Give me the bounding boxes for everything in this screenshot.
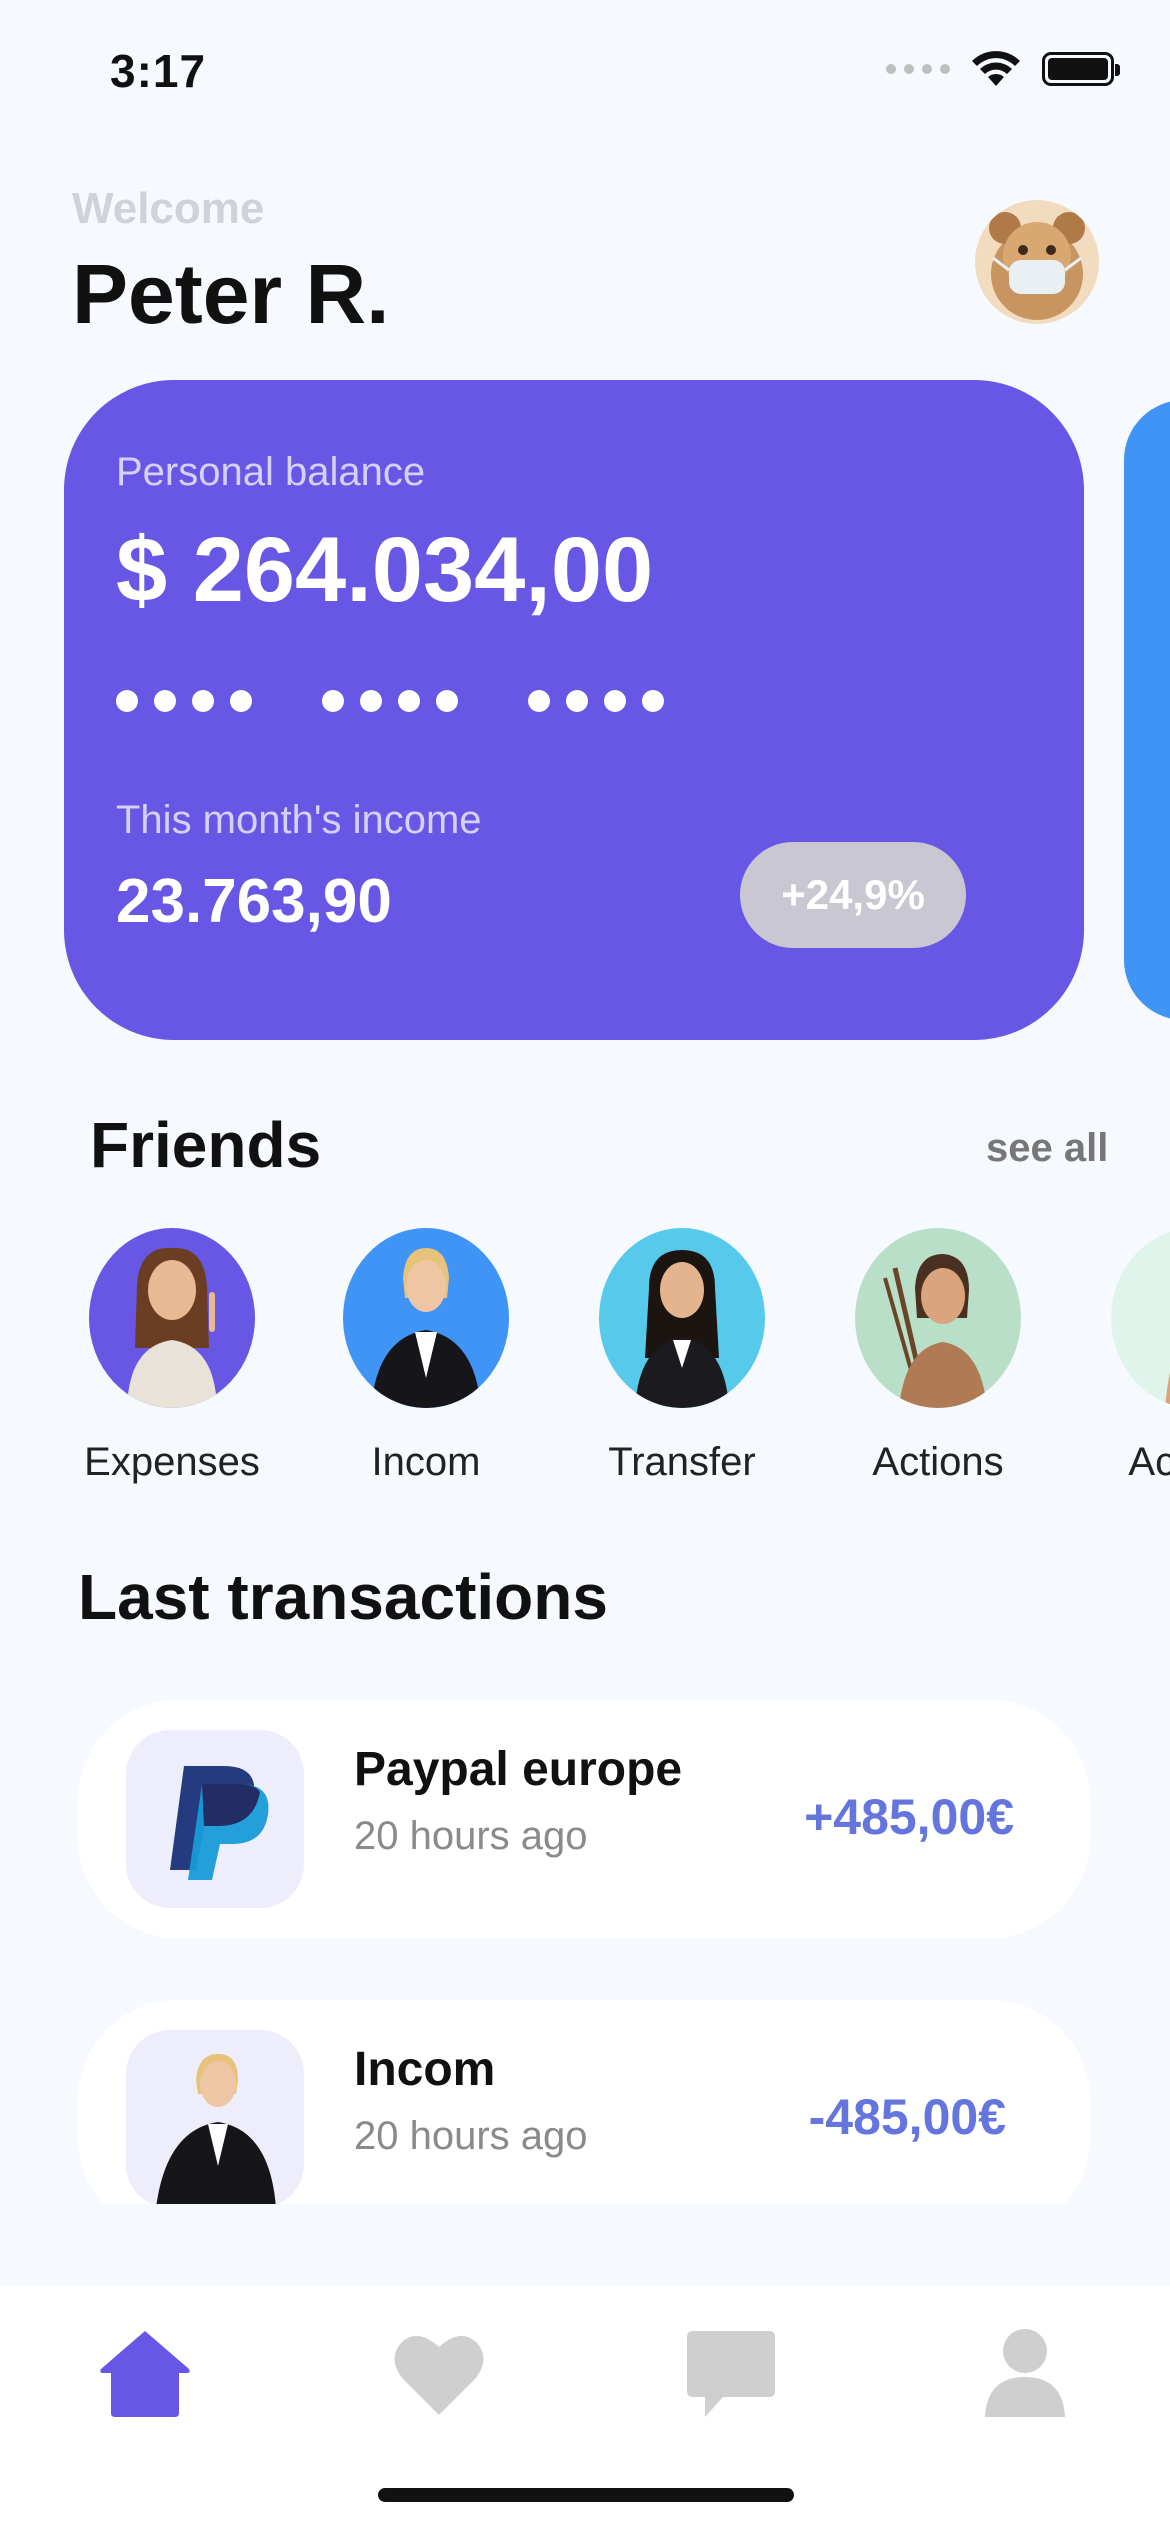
avatar-image	[975, 200, 1099, 324]
see-all-link[interactable]: see all	[986, 1126, 1108, 1171]
nav-home[interactable]	[90, 2318, 200, 2428]
friend-label: Actions	[872, 1440, 1004, 1484]
friend-item-transfer[interactable]: Transfer	[562, 1228, 802, 1485]
wifi-icon	[972, 51, 1020, 86]
profile-icon	[985, 2329, 1065, 2417]
masked-card-number	[116, 690, 664, 712]
wallet-home-screen: 3:17 Welcome Peter R. Personal balance $…	[0, 0, 1170, 2532]
nav-profile[interactable]	[970, 2318, 1080, 2428]
friend-label: Incom	[371, 1440, 481, 1484]
home-icon	[100, 2331, 190, 2417]
balance-amount: $ 264.034,00	[116, 519, 654, 621]
friends-title: Friends	[90, 1109, 322, 1181]
balance-card[interactable]: Personal balance $ 264.034,00 This month…	[64, 380, 1084, 1040]
friend-label: Transfer	[608, 1440, 756, 1484]
transactions-title: Last transactions	[78, 1561, 608, 1633]
friend-avatar	[855, 1228, 1021, 1408]
transaction-time: 20 hours ago	[354, 1814, 588, 1858]
battery-icon	[1042, 52, 1120, 86]
nav-messages[interactable]	[676, 2318, 786, 2428]
friends-list: Expenses Incom Transfer Actions Ac	[0, 1228, 1170, 1508]
status-icons	[886, 50, 1120, 88]
friend-item-actions-2[interactable]: Actions	[1074, 1228, 1170, 1485]
transaction-time: 20 hours ago	[354, 2114, 588, 2158]
heart-icon	[394, 2335, 484, 2415]
paypal-icon	[126, 1730, 304, 1908]
friend-avatar	[89, 1228, 255, 1408]
user-name: Peter R.	[72, 247, 390, 341]
chat-icon	[687, 2331, 775, 2417]
contact-photo	[126, 2030, 304, 2208]
transaction-name: Paypal europe	[354, 1743, 683, 1796]
balance-label: Personal balance	[116, 450, 426, 494]
friend-avatar	[1111, 1228, 1170, 1408]
growth-badge: +24,9%	[740, 842, 966, 948]
transaction-row-incom[interactable]: Incom 20 hours ago -485,00€	[78, 2000, 1090, 2238]
status-time: 3:17	[110, 45, 207, 97]
friend-item-expenses[interactable]: Expenses	[52, 1228, 292, 1485]
transaction-amount: +485,00€	[804, 1789, 1014, 1845]
next-card-preview[interactable]	[1124, 400, 1170, 1020]
list-fade	[0, 2204, 1170, 2284]
transaction-name: Incom	[354, 2043, 496, 2096]
user-avatar[interactable]	[975, 200, 1099, 324]
transaction-row-paypal[interactable]: Paypal europe 20 hours ago +485,00€	[78, 1700, 1090, 1938]
home-indicator[interactable]	[378, 2488, 794, 2502]
friend-item-incom[interactable]: Incom	[306, 1228, 546, 1485]
friend-item-actions[interactable]: Actions	[818, 1228, 1058, 1485]
friend-label: Actions	[1128, 1440, 1170, 1484]
income-label: This month's income	[116, 798, 482, 842]
friend-label: Expenses	[84, 1440, 260, 1484]
friend-avatar	[343, 1228, 509, 1408]
income-amount: 23.763,90	[116, 867, 392, 936]
nav-favorites[interactable]	[384, 2318, 494, 2428]
welcome-label: Welcome	[72, 184, 265, 233]
transaction-amount: -485,00€	[808, 2089, 1006, 2145]
signal-icon	[886, 64, 950, 74]
friend-avatar	[599, 1228, 765, 1408]
